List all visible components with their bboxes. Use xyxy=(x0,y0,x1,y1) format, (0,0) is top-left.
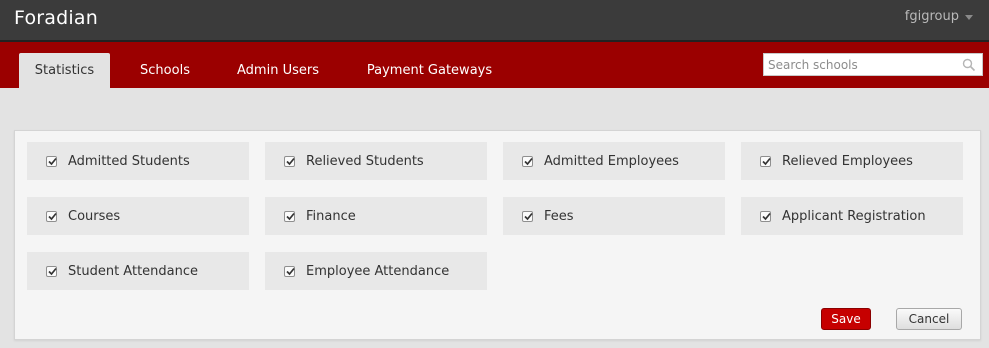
option-employee-attendance[interactable]: Employee Attendance xyxy=(265,252,487,290)
checkbox[interactable] xyxy=(46,155,57,167)
checkbox[interactable] xyxy=(284,210,295,222)
option-label: Student Attendance xyxy=(68,263,199,279)
option-label: Relieved Employees xyxy=(782,153,913,169)
option-label: Finance xyxy=(306,208,356,224)
option-label: Admitted Employees xyxy=(544,153,679,169)
option-courses[interactable]: Courses xyxy=(27,197,249,235)
tab-label: Payment Gateways xyxy=(366,63,493,78)
checkbox[interactable] xyxy=(46,210,57,222)
cancel-button[interactable]: Cancel xyxy=(896,308,962,330)
checkbox[interactable] xyxy=(284,155,295,167)
top-bar: Foradian fgigroup xyxy=(0,0,989,42)
checkbox[interactable] xyxy=(522,155,533,167)
main-nav: Statistics Schools Admin Users Payment G… xyxy=(0,42,989,88)
option-relieved-employees[interactable]: Relieved Employees xyxy=(741,142,963,180)
tab-statistics[interactable]: Statistics xyxy=(19,53,110,88)
option-admitted-students[interactable]: Admitted Students xyxy=(27,142,249,180)
checkbox[interactable] xyxy=(284,265,295,277)
search-input[interactable] xyxy=(764,55,958,75)
user-menu[interactable]: fgigroup xyxy=(905,9,973,24)
search-box xyxy=(763,53,983,76)
user-name: fgigroup xyxy=(904,9,959,24)
tab-label: Statistics xyxy=(34,63,95,78)
search-icon[interactable] xyxy=(962,57,976,72)
brand-logo[interactable]: Foradian xyxy=(14,7,98,29)
tab-schools[interactable]: Schools xyxy=(125,53,205,88)
checkbox[interactable] xyxy=(760,155,771,167)
tab-admin-users[interactable]: Admin Users xyxy=(222,53,334,88)
option-label: Courses xyxy=(68,208,121,224)
option-finance[interactable]: Finance xyxy=(265,197,487,235)
tab-payment-gateways[interactable]: Payment Gateways xyxy=(352,53,507,88)
save-button[interactable]: Save xyxy=(821,308,871,330)
option-relieved-students[interactable]: Relieved Students xyxy=(265,142,487,180)
option-label: Fees xyxy=(544,208,574,224)
tab-label: Schools xyxy=(140,63,190,78)
checkbox[interactable] xyxy=(46,265,57,277)
option-admitted-employees[interactable]: Admitted Employees xyxy=(503,142,725,180)
option-student-attendance[interactable]: Student Attendance xyxy=(27,252,249,290)
option-fees[interactable]: Fees xyxy=(503,197,725,235)
checkbox[interactable] xyxy=(522,210,533,222)
statistics-settings-panel: Admitted Students Relieved Students Admi… xyxy=(14,130,981,340)
tab-label: Admin Users xyxy=(237,63,319,78)
checkbox[interactable] xyxy=(760,210,771,222)
option-label: Relieved Students xyxy=(306,153,424,169)
caret-down-icon xyxy=(965,15,973,20)
option-label: Employee Attendance xyxy=(306,263,450,279)
option-applicant-registration[interactable]: Applicant Registration xyxy=(741,197,963,235)
option-label: Admitted Students xyxy=(68,153,190,169)
option-label: Applicant Registration xyxy=(782,208,926,224)
